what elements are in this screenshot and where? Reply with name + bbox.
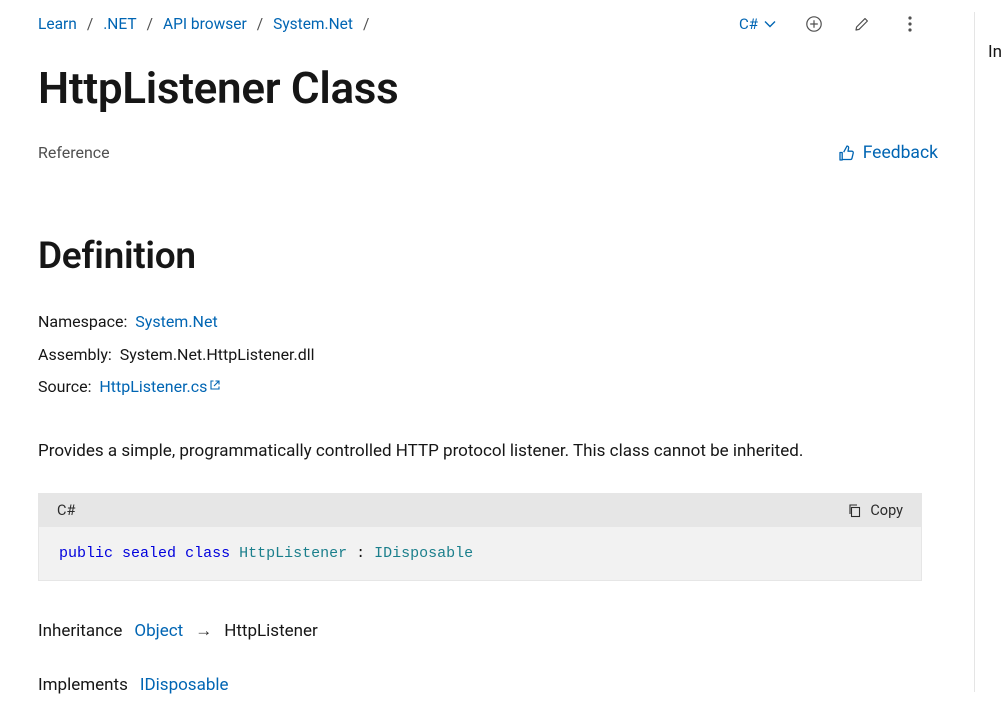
copy-icon <box>847 503 862 518</box>
definition-heading: Definition <box>38 235 940 278</box>
add-icon[interactable] <box>804 14 824 34</box>
inheritance-row: Inheritance Object → HttpListener <box>38 621 940 641</box>
breadcrumb-system-net[interactable]: System.Net <box>273 15 353 33</box>
edit-icon[interactable] <box>852 14 872 34</box>
page-title: HttpListener Class <box>38 62 940 115</box>
inheritance-base-link[interactable]: Object <box>134 621 183 641</box>
copy-button[interactable]: Copy <box>847 502 903 519</box>
code-body: public sealed class HttpListener : IDisp… <box>39 527 921 580</box>
code-language-label: C# <box>57 502 75 519</box>
right-panel-fragment: In <box>988 42 1002 62</box>
feedback-label: Feedback <box>863 143 938 163</box>
chevron-down-icon <box>764 18 776 30</box>
namespace-label: Namespace: <box>38 312 127 331</box>
language-picker[interactable]: C# <box>739 15 776 33</box>
source-link[interactable]: HttpListener.cs <box>99 377 221 396</box>
page-actions: C# <box>739 14 940 34</box>
code-block: C# Copy public sealed class HttpListener… <box>38 493 922 581</box>
implements-link[interactable]: IDisposable <box>140 675 229 695</box>
external-link-icon <box>209 379 221 391</box>
implements-label: Implements <box>38 675 128 695</box>
breadcrumb-sep: / <box>87 15 93 33</box>
language-label: C# <box>739 15 758 33</box>
source-label: Source: <box>38 377 91 396</box>
breadcrumb-api-browser[interactable]: API browser <box>163 15 247 33</box>
breadcrumb-sep: / <box>363 15 369 33</box>
breadcrumb-learn[interactable]: Learn <box>38 15 77 33</box>
breadcrumb-sep: / <box>147 15 153 33</box>
copy-label: Copy <box>870 502 903 519</box>
namespace-link[interactable]: System.Net <box>135 312 217 331</box>
breadcrumb-dotnet[interactable]: .NET <box>103 15 136 33</box>
assembly-label: Assembly: <box>38 345 112 364</box>
definition-meta: Namespace: System.Net Assembly: System.N… <box>38 306 940 404</box>
class-description: Provides a simple, programmatically cont… <box>38 438 940 464</box>
inheritance-label: Inheritance <box>38 621 122 641</box>
implements-row: Implements IDisposable <box>38 675 940 695</box>
inheritance-self: HttpListener <box>224 621 318 641</box>
feedback-button[interactable]: Feedback <box>837 143 940 163</box>
assembly-value: System.Net.HttpListener.dll <box>120 345 315 364</box>
thumbs-up-icon <box>837 144 855 162</box>
arrow-icon: → <box>195 621 212 641</box>
more-icon[interactable] <box>900 14 920 34</box>
breadcrumb: Learn / .NET / API browser / System.Net … <box>38 15 369 33</box>
breadcrumb-sep: / <box>257 15 263 33</box>
reference-label: Reference <box>38 143 110 162</box>
